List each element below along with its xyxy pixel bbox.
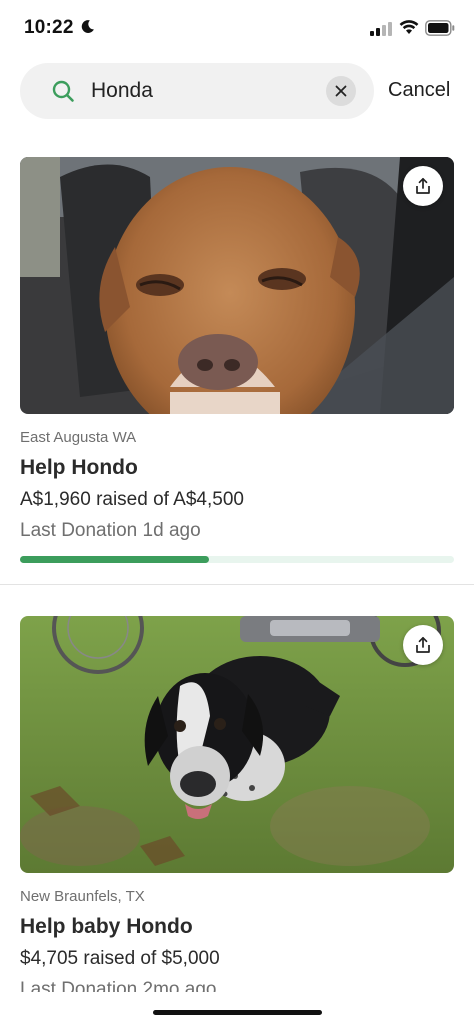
close-icon bbox=[335, 85, 347, 97]
fundraiser-title[interactable]: Help Hondo bbox=[20, 456, 138, 480]
share-button[interactable] bbox=[403, 625, 443, 665]
amount-raised: $4,705 raised of $5,000 bbox=[20, 948, 220, 969]
share-icon bbox=[416, 177, 430, 194]
battery-icon bbox=[425, 20, 455, 36]
status-bar: 10:22 bbox=[0, 0, 474, 58]
fundraiser-title[interactable]: Help baby Hondo bbox=[20, 915, 193, 939]
moon-icon bbox=[81, 20, 94, 33]
progress-bar-fill bbox=[20, 556, 210, 563]
fundraiser-location: New Braunfels, TX bbox=[20, 888, 145, 905]
search-input[interactable] bbox=[91, 77, 311, 105]
status-time: 10:22 bbox=[24, 17, 74, 38]
search-bar bbox=[20, 63, 374, 119]
progress-bar bbox=[20, 556, 454, 563]
cancel-button[interactable]: Cancel bbox=[388, 79, 450, 102]
last-donation: Last Donation 1d ago bbox=[20, 520, 201, 541]
wifi-icon bbox=[399, 20, 419, 34]
fundraiser-location: East Augusta WA bbox=[20, 429, 137, 446]
clear-search-button[interactable] bbox=[326, 76, 356, 106]
last-donation-clip: Last Donation 2mo ago bbox=[0, 976, 474, 992]
home-indicator[interactable] bbox=[153, 1010, 322, 1015]
fundraiser-photo[interactable] bbox=[20, 616, 454, 873]
amount-raised: A$1,960 raised of A$4,500 bbox=[20, 489, 244, 510]
cellular-signal-icon bbox=[370, 22, 392, 36]
last-donation: Last Donation 2mo ago bbox=[20, 979, 217, 992]
divider bbox=[0, 584, 474, 585]
search-icon bbox=[52, 80, 74, 102]
share-icon bbox=[416, 636, 430, 653]
fundraiser-photo[interactable] bbox=[20, 157, 454, 414]
share-button[interactable] bbox=[403, 166, 443, 206]
